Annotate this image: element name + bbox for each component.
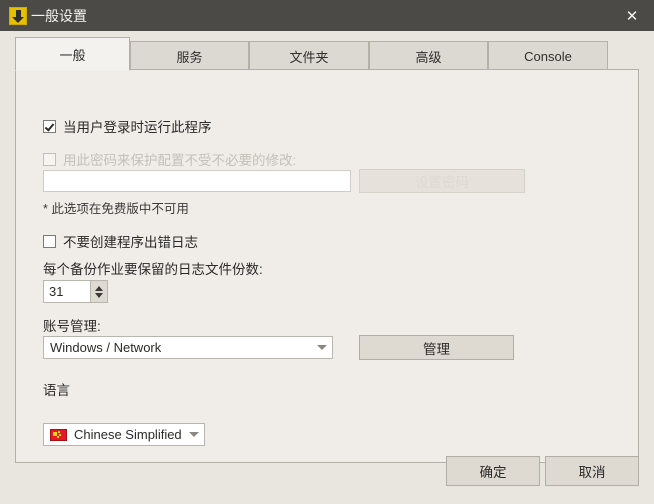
- set-password-button: 设置密码: [359, 169, 525, 193]
- close-icon[interactable]: ✕: [610, 0, 654, 31]
- tab-folders[interactable]: 文件夹: [249, 41, 369, 70]
- tab-strip: 一般 服务 文件夹 高级 Console: [15, 37, 639, 71]
- dialog-body: 一般 服务 文件夹 高级 Console 当用户登录时运行此程序 用此密码来保护…: [0, 31, 654, 504]
- chevron-up-icon[interactable]: [95, 285, 103, 291]
- chevron-down-icon[interactable]: [312, 337, 332, 358]
- account-type-value: Windows / Network: [50, 340, 162, 355]
- language-label: 语言: [43, 383, 70, 398]
- password-input[interactable]: [43, 170, 351, 192]
- protect-password-label: 用此密码来保护配置不受不必要的修改:: [63, 153, 297, 168]
- manage-accounts-button[interactable]: 管理: [359, 335, 514, 360]
- run-at-logon-row[interactable]: 当用户登录时运行此程序: [43, 116, 212, 136]
- language-value: Chinese Simplified: [74, 427, 182, 442]
- log-count-value[interactable]: 31: [44, 284, 90, 299]
- tab-advanced[interactable]: 高级: [369, 41, 488, 70]
- window-title: 一般设置: [31, 7, 87, 24]
- flag-china-icon: [50, 428, 67, 441]
- title-bar: 一般设置 ✕: [0, 0, 654, 31]
- ok-button[interactable]: 确定: [446, 456, 540, 486]
- protect-password-checkbox: [43, 152, 56, 166]
- no-error-log-row[interactable]: 不要创建程序出错日志: [43, 231, 198, 251]
- account-management-label: 账号管理:: [43, 319, 101, 334]
- chevron-down-icon[interactable]: [95, 292, 103, 298]
- log-count-stepper-buttons[interactable]: [90, 281, 107, 302]
- run-at-logon-label: 当用户登录时运行此程序: [63, 120, 212, 135]
- log-count-label: 每个备份作业要保留的日志文件份数:: [43, 262, 263, 277]
- protect-password-row: 用此密码来保护配置不受不必要的修改:: [43, 149, 296, 169]
- tab-page-general: 当用户登录时运行此程序 用此密码来保护配置不受不必要的修改: 设置密码 * 此选…: [15, 69, 639, 463]
- language-select[interactable]: Chinese Simplified: [43, 423, 205, 446]
- run-at-logon-checkbox[interactable]: [43, 119, 56, 133]
- general-settings-dialog: 一般设置 ✕ 一般 服务 文件夹 高级 Console 当用户登录时运行此程序 …: [0, 0, 654, 504]
- download-arrow-icon: [9, 6, 27, 25]
- log-count-stepper[interactable]: 31: [43, 280, 108, 303]
- chevron-down-icon[interactable]: [184, 424, 204, 445]
- free-version-note: * 此选项在免费版中不可用: [43, 202, 189, 216]
- cancel-button[interactable]: 取消: [545, 456, 639, 486]
- no-error-log-label: 不要创建程序出错日志: [63, 235, 198, 250]
- tab-services[interactable]: 服务: [130, 41, 249, 70]
- account-type-select[interactable]: Windows / Network: [43, 336, 333, 359]
- tab-console[interactable]: Console: [488, 41, 608, 70]
- tab-general[interactable]: 一般: [15, 37, 130, 71]
- no-error-log-checkbox[interactable]: [43, 234, 56, 248]
